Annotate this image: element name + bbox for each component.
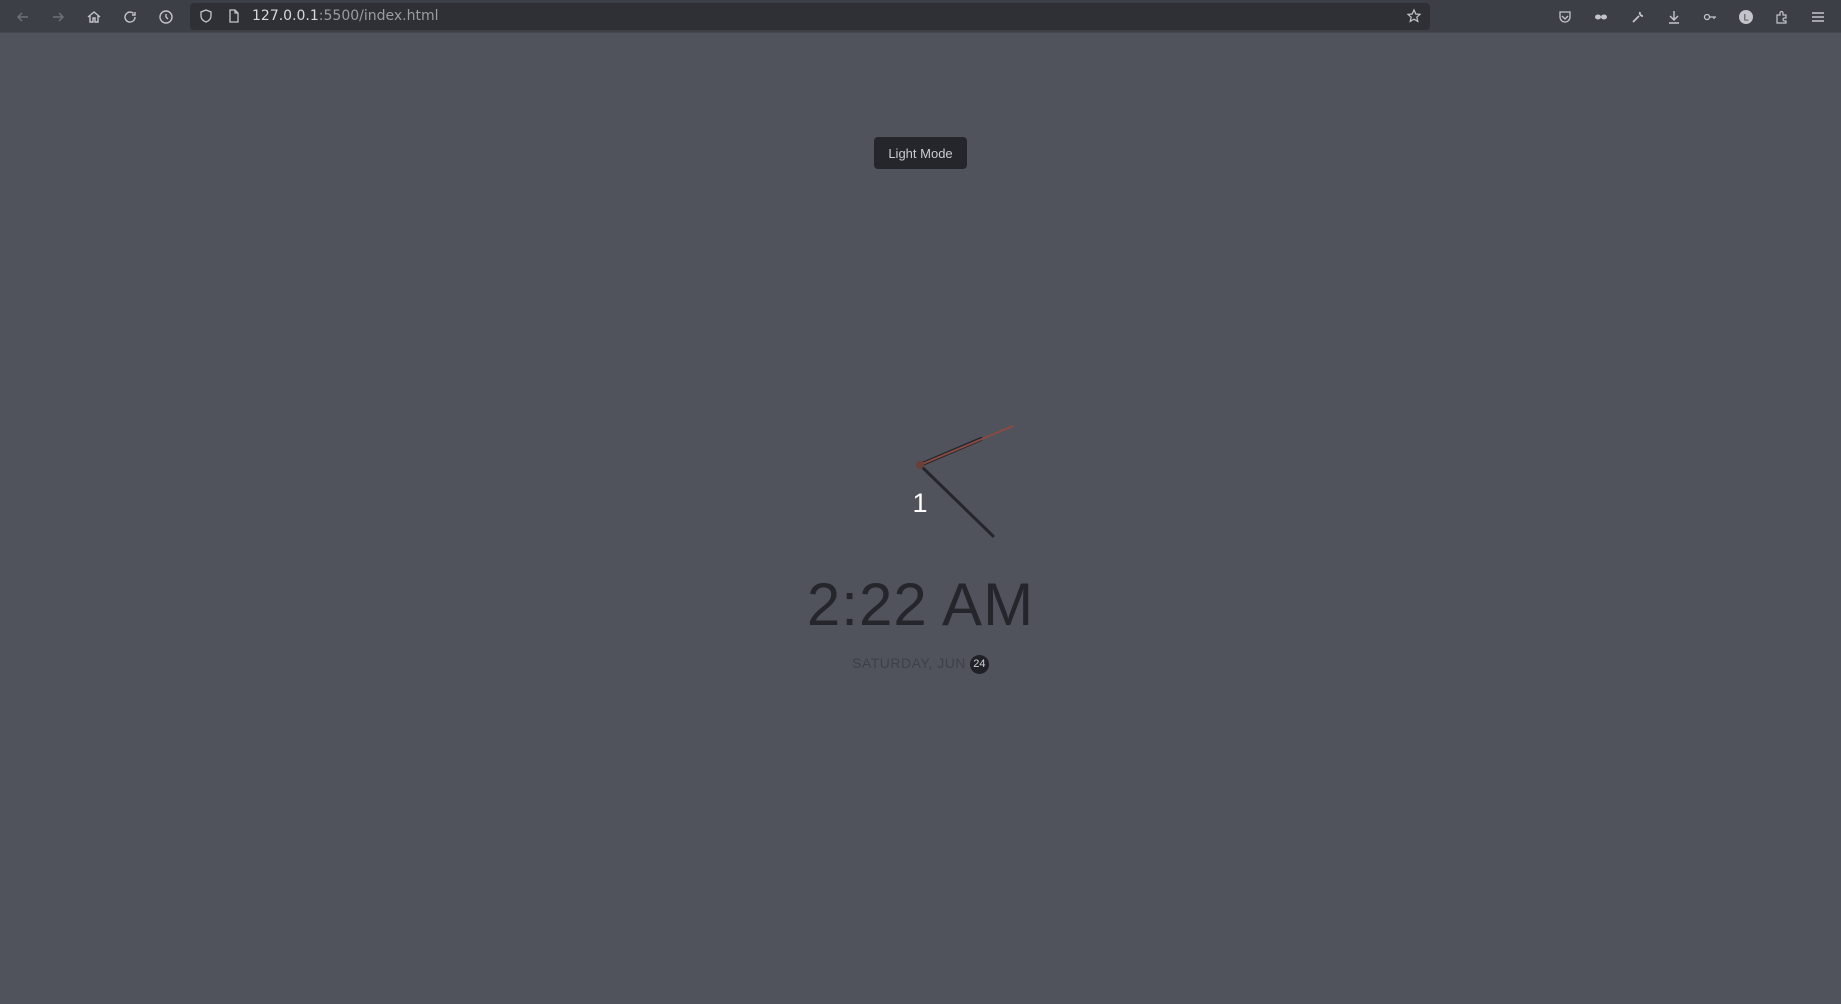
url-bar[interactable]: 127.0.0.1:5500/index.html: [190, 3, 1430, 30]
analog-clock: 1: [820, 365, 1020, 565]
shield-icon[interactable]: [195, 5, 217, 27]
date-line: SATURDAY, JUN 24: [0, 655, 1841, 674]
star-icon[interactable]: [1403, 5, 1425, 27]
back-arrow-icon[interactable]: [12, 6, 34, 28]
clock-center: [916, 461, 924, 469]
history-icon[interactable]: [155, 6, 177, 28]
second-hand: [919, 425, 1014, 466]
browser-toolbar: 127.0.0.1:5500/index.html L: [0, 0, 1841, 33]
wrench-icon[interactable]: [1627, 6, 1649, 28]
svg-text:L: L: [1743, 14, 1748, 24]
url-text[interactable]: 127.0.0.1:5500/index.html: [252, 8, 439, 24]
clock-numeral: 1: [912, 488, 927, 518]
page-icon[interactable]: [223, 5, 245, 27]
account-icon[interactable]: L: [1735, 6, 1757, 28]
minute-hand: [918, 463, 995, 538]
home-icon[interactable]: [83, 6, 105, 28]
light-mode-button[interactable]: Light Mode: [874, 137, 967, 169]
day-badge: 24: [969, 655, 989, 674]
forward-arrow-icon[interactable]: [47, 6, 69, 28]
digital-time: 2:22 AM: [806, 571, 1035, 638]
pocket-icon[interactable]: [1554, 6, 1576, 28]
reload-icon[interactable]: [119, 6, 141, 28]
url-path: :5500/index.html: [318, 8, 439, 24]
download-icon[interactable]: [1663, 6, 1685, 28]
url-host: 127.0.0.1: [252, 8, 319, 24]
key-icon[interactable]: [1699, 6, 1721, 28]
extensions-icon[interactable]: [1771, 6, 1793, 28]
clock-face: 1: [912, 425, 1014, 538]
date-text: SATURDAY, JUN: [852, 655, 966, 671]
menu-icon[interactable]: [1807, 6, 1829, 28]
mask-icon[interactable]: [1590, 6, 1612, 28]
